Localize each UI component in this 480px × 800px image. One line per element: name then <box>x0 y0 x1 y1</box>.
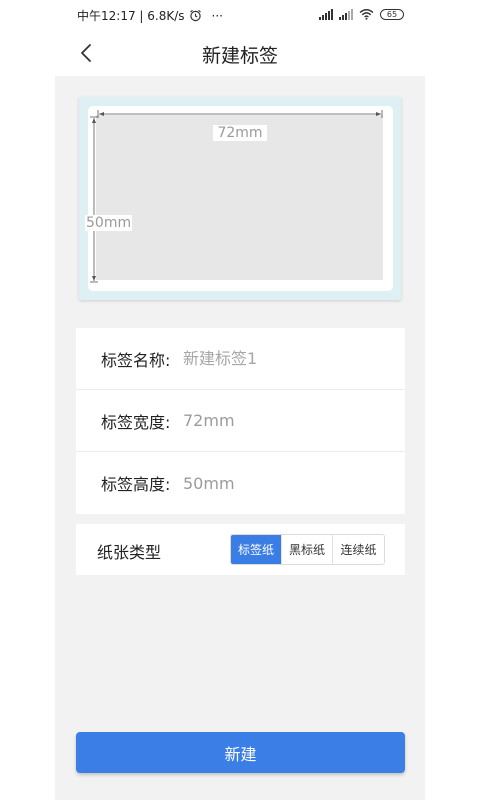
signal-icon <box>339 8 353 20</box>
main-content: 72mm 50mm 标签名称: 标签宽度: 72mm 标签高度: 50mm 纸张… <box>55 76 425 800</box>
alarm-icon <box>189 9 201 22</box>
label-name-input[interactable] <box>183 349 383 368</box>
status-left: 中午12:17 | 6.8K/s ··· <box>77 7 223 24</box>
paper-option-label[interactable]: 标签纸 <box>231 535 282 564</box>
preview-width-label: 72mm <box>79 125 401 141</box>
paper-type-label: 纸张类型 <box>97 543 162 562</box>
signal-hd-icon <box>319 8 333 20</box>
paper-option-continuous[interactable]: 连续纸 <box>333 535 384 564</box>
create-button[interactable]: 新建 <box>76 732 405 773</box>
name-row: 标签名称: <box>76 328 405 390</box>
label-preview: 72mm 50mm <box>79 97 401 300</box>
paper-type-row: 纸张类型 标签纸 黑标纸 连续纸 <box>76 524 405 575</box>
status-time-speed: 中午12:17 | 6.8K/s <box>77 9 185 23</box>
width-row: 标签宽度: 72mm <box>76 390 405 452</box>
battery-icon: 65 <box>380 8 404 20</box>
more-notifications: ··· <box>211 8 223 23</box>
wifi-icon <box>359 9 374 20</box>
preview-height-label: 50mm <box>85 215 133 231</box>
label-form: 标签名称: 标签宽度: 72mm 标签高度: 50mm <box>76 328 405 514</box>
nav-bar: 新建标签 <box>0 30 480 76</box>
height-label: 标签高度: <box>101 475 171 494</box>
height-row: 标签高度: 50mm <box>76 452 405 514</box>
label-width-field[interactable]: 72mm <box>183 411 383 430</box>
status-right: 65 <box>319 8 404 20</box>
status-bar: 中午12:17 | 6.8K/s ··· 65 <box>0 0 480 30</box>
name-label: 标签名称: <box>101 350 171 370</box>
paper-option-black-mark[interactable]: 黑标纸 <box>282 535 333 564</box>
page-title: 新建标签 <box>201 45 278 67</box>
label-height-field[interactable]: 50mm <box>183 474 383 493</box>
paper-type-selector: 标签纸 黑标纸 连续纸 <box>230 534 385 565</box>
width-label: 标签宽度: <box>101 412 171 432</box>
